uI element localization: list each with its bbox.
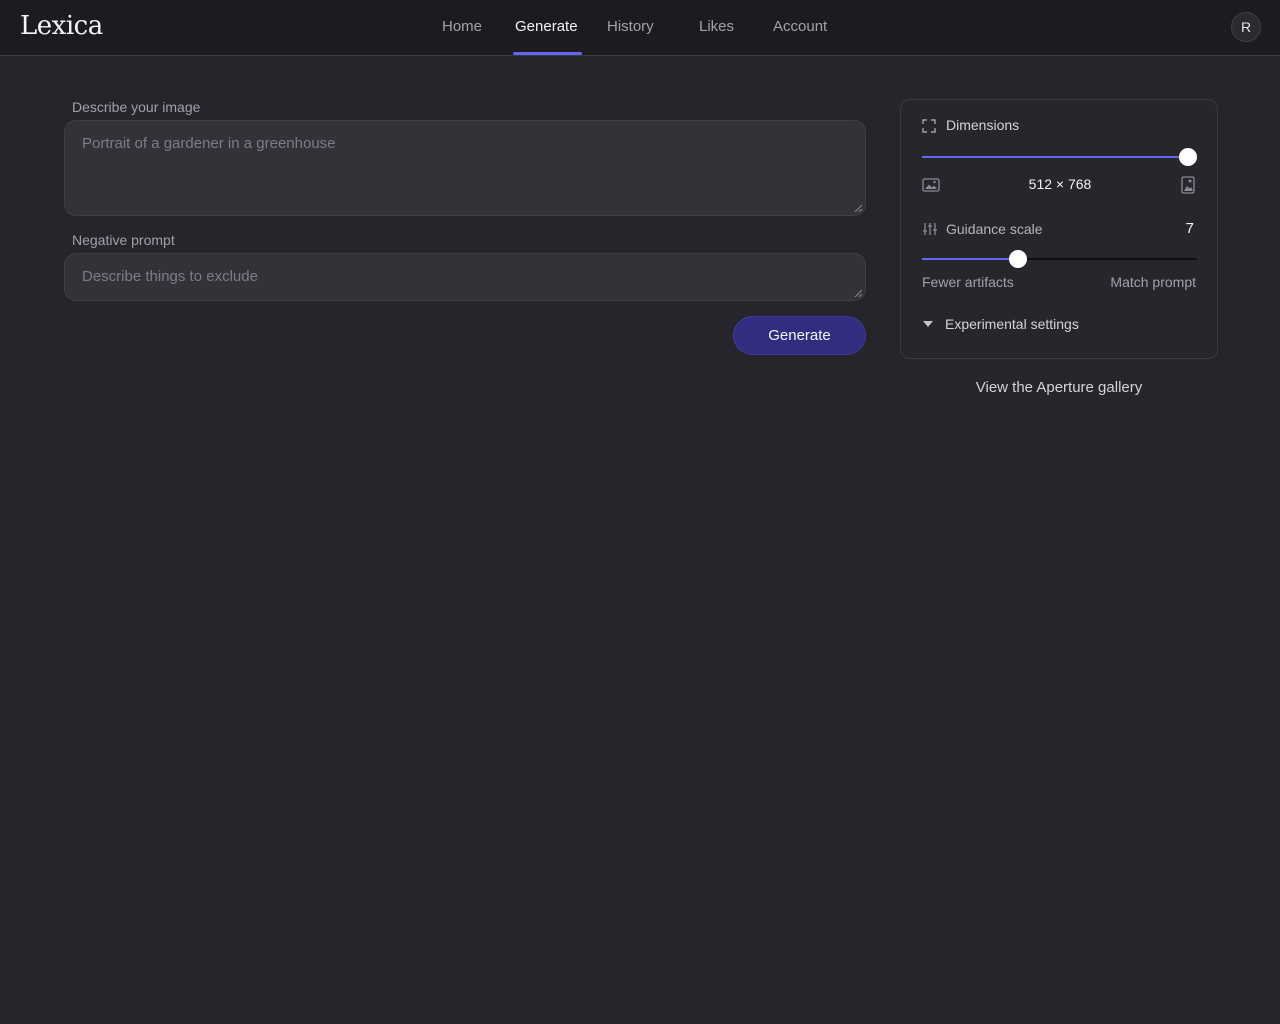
guidance-slider-thumb[interactable]	[1009, 250, 1028, 268]
generate-button[interactable]: Generate	[733, 316, 866, 355]
nav-likes[interactable]: Likes	[699, 18, 734, 35]
portrait-image-icon[interactable]	[1181, 176, 1195, 194]
top-header: Lexica Home Generate History Likes Accou…	[0, 0, 1280, 56]
guidance-max-label: Match prompt	[1110, 274, 1196, 290]
settings-panel: Dimensions 512 × 768 Guidance scale 7 Fe…	[900, 99, 1218, 359]
experimental-settings-label: Experimental settings	[945, 316, 1079, 332]
active-tab-indicator	[513, 52, 582, 55]
guidance-scale-value: 7	[1185, 220, 1194, 237]
resize-grip-icon[interactable]	[854, 289, 862, 297]
dimensions-label: Dimensions	[946, 117, 1020, 133]
nav-home[interactable]: Home	[442, 18, 482, 35]
aperture-gallery-link[interactable]: View the Aperture gallery	[900, 379, 1218, 396]
dimensions-slider[interactable]	[922, 146, 1197, 168]
logo[interactable]: Lexica	[20, 11, 103, 41]
avatar[interactable]: R	[1231, 12, 1261, 42]
prompt-label: Describe your image	[72, 99, 201, 115]
negative-prompt-textarea[interactable]: Describe things to exclude	[64, 253, 866, 301]
dimensions-slider-thumb[interactable]	[1179, 148, 1197, 166]
resize-grip-icon[interactable]	[854, 204, 862, 212]
negative-prompt-label: Negative prompt	[72, 232, 175, 248]
guidance-slider-fill	[922, 258, 1019, 260]
dimensions-slider-fill	[922, 156, 1188, 158]
dimensions-value: 512 × 768	[1028, 176, 1092, 192]
nav-history[interactable]: History	[607, 18, 654, 35]
negative-prompt-placeholder: Describe things to exclude	[82, 268, 258, 285]
caret-down-icon	[923, 321, 933, 327]
nav-account[interactable]: Account	[773, 18, 827, 35]
expand-corners-icon	[922, 119, 936, 133]
prompt-placeholder: Portrait of a gardener in a greenhouse	[82, 135, 336, 152]
experimental-settings-toggle[interactable]: Experimental settings	[922, 316, 1079, 332]
guidance-scale-label: Guidance scale	[946, 221, 1043, 237]
avatar-initial: R	[1240, 19, 1252, 35]
guidance-scale-slider[interactable]	[922, 248, 1197, 270]
guidance-min-label: Fewer artifacts	[922, 274, 1014, 290]
sliders-icon	[923, 223, 937, 235]
nav-generate[interactable]: Generate	[515, 18, 578, 35]
prompt-textarea[interactable]: Portrait of a gardener in a greenhouse	[64, 120, 866, 216]
